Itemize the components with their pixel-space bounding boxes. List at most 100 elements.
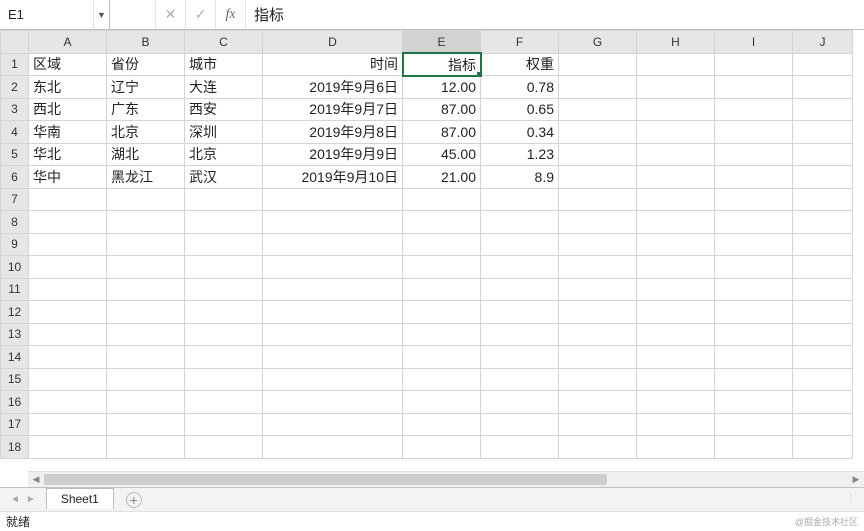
cell[interactable] (793, 278, 853, 301)
cell[interactable]: 21.00 (403, 166, 481, 189)
column-header-H[interactable]: H (637, 31, 715, 54)
cell[interactable]: 黑龙江 (107, 166, 185, 189)
cell[interactable] (715, 278, 793, 301)
cell[interactable] (715, 121, 793, 144)
column-header-B[interactable]: B (107, 31, 185, 54)
cell[interactable] (793, 346, 853, 369)
cell[interactable] (715, 166, 793, 189)
cell[interactable] (185, 301, 263, 324)
cell[interactable]: 城市 (185, 53, 263, 76)
cell[interactable] (559, 53, 637, 76)
row-header[interactable]: 8 (1, 211, 29, 234)
column-header-G[interactable]: G (559, 31, 637, 54)
cell[interactable] (263, 211, 403, 234)
cell[interactable]: 东北 (29, 76, 107, 99)
cell[interactable] (637, 98, 715, 121)
cell[interactable] (185, 233, 263, 256)
cell[interactable] (559, 188, 637, 211)
cell[interactable] (637, 368, 715, 391)
cell[interactable]: 大连 (185, 76, 263, 99)
cell[interactable] (263, 391, 403, 414)
cell[interactable] (403, 391, 481, 414)
cell[interactable] (637, 278, 715, 301)
cell[interactable]: 湖北 (107, 143, 185, 166)
tab-nav-last-icon[interactable]: ► (26, 494, 36, 505)
cell[interactable] (793, 391, 853, 414)
cell[interactable]: 区域 (29, 53, 107, 76)
cell[interactable] (481, 368, 559, 391)
cell[interactable] (559, 98, 637, 121)
cell[interactable]: 2019年9月8日 (263, 121, 403, 144)
cell[interactable] (715, 436, 793, 459)
row-header[interactable]: 16 (1, 391, 29, 414)
tabs-more-icon[interactable]: ⋮ (846, 494, 858, 505)
cell[interactable]: 华中 (29, 166, 107, 189)
cell[interactable] (793, 233, 853, 256)
cell[interactable] (29, 323, 107, 346)
cell[interactable] (793, 301, 853, 324)
cell[interactable] (263, 368, 403, 391)
cell[interactable]: 时间 (263, 53, 403, 76)
cell[interactable] (403, 436, 481, 459)
cell[interactable] (29, 436, 107, 459)
cell[interactable] (107, 413, 185, 436)
cell[interactable] (793, 436, 853, 459)
cell[interactable] (559, 413, 637, 436)
cell[interactable] (481, 233, 559, 256)
cell[interactable] (715, 211, 793, 234)
cell[interactable] (559, 391, 637, 414)
cell[interactable] (793, 166, 853, 189)
cell[interactable] (263, 301, 403, 324)
cell[interactable] (107, 346, 185, 369)
cell[interactable] (637, 53, 715, 76)
cell[interactable] (559, 278, 637, 301)
cell[interactable] (107, 301, 185, 324)
cell[interactable]: 0.65 (481, 98, 559, 121)
cell[interactable] (793, 211, 853, 234)
cell[interactable]: 2019年9月10日 (263, 166, 403, 189)
row-header[interactable]: 2 (1, 76, 29, 99)
cell[interactable]: 深圳 (185, 121, 263, 144)
cell[interactable] (107, 211, 185, 234)
cell[interactable]: 87.00 (403, 121, 481, 144)
cell[interactable] (403, 413, 481, 436)
cell[interactable] (559, 301, 637, 324)
cell[interactable] (107, 323, 185, 346)
cell[interactable] (715, 188, 793, 211)
cell[interactable] (715, 233, 793, 256)
cell[interactable]: 2019年9月6日 (263, 76, 403, 99)
cell[interactable] (793, 188, 853, 211)
cell[interactable] (715, 98, 793, 121)
cell[interactable] (559, 166, 637, 189)
cell[interactable] (29, 346, 107, 369)
cell[interactable]: 权重 (481, 53, 559, 76)
cell[interactable] (715, 391, 793, 414)
row-header[interactable]: 11 (1, 278, 29, 301)
cell[interactable] (559, 121, 637, 144)
cell[interactable] (715, 323, 793, 346)
cell[interactable] (29, 211, 107, 234)
cell[interactable] (715, 301, 793, 324)
cell[interactable]: 北京 (185, 143, 263, 166)
cell[interactable]: 0.78 (481, 76, 559, 99)
cell[interactable] (263, 323, 403, 346)
cell[interactable] (715, 143, 793, 166)
scroll-left-icon[interactable]: ◀ (28, 474, 44, 485)
cell[interactable] (263, 233, 403, 256)
cell[interactable] (263, 278, 403, 301)
cell[interactable] (481, 301, 559, 324)
cell[interactable] (263, 188, 403, 211)
cell[interactable]: 武汉 (185, 166, 263, 189)
cell[interactable] (185, 188, 263, 211)
cell[interactable] (481, 436, 559, 459)
cell[interactable] (637, 256, 715, 279)
cell[interactable] (185, 346, 263, 369)
cell[interactable] (403, 188, 481, 211)
cell[interactable] (637, 391, 715, 414)
cell[interactable] (715, 413, 793, 436)
cell[interactable] (185, 436, 263, 459)
cell[interactable] (793, 98, 853, 121)
cell[interactable]: 省份 (107, 53, 185, 76)
cell[interactable]: 广东 (107, 98, 185, 121)
cell[interactable] (29, 256, 107, 279)
